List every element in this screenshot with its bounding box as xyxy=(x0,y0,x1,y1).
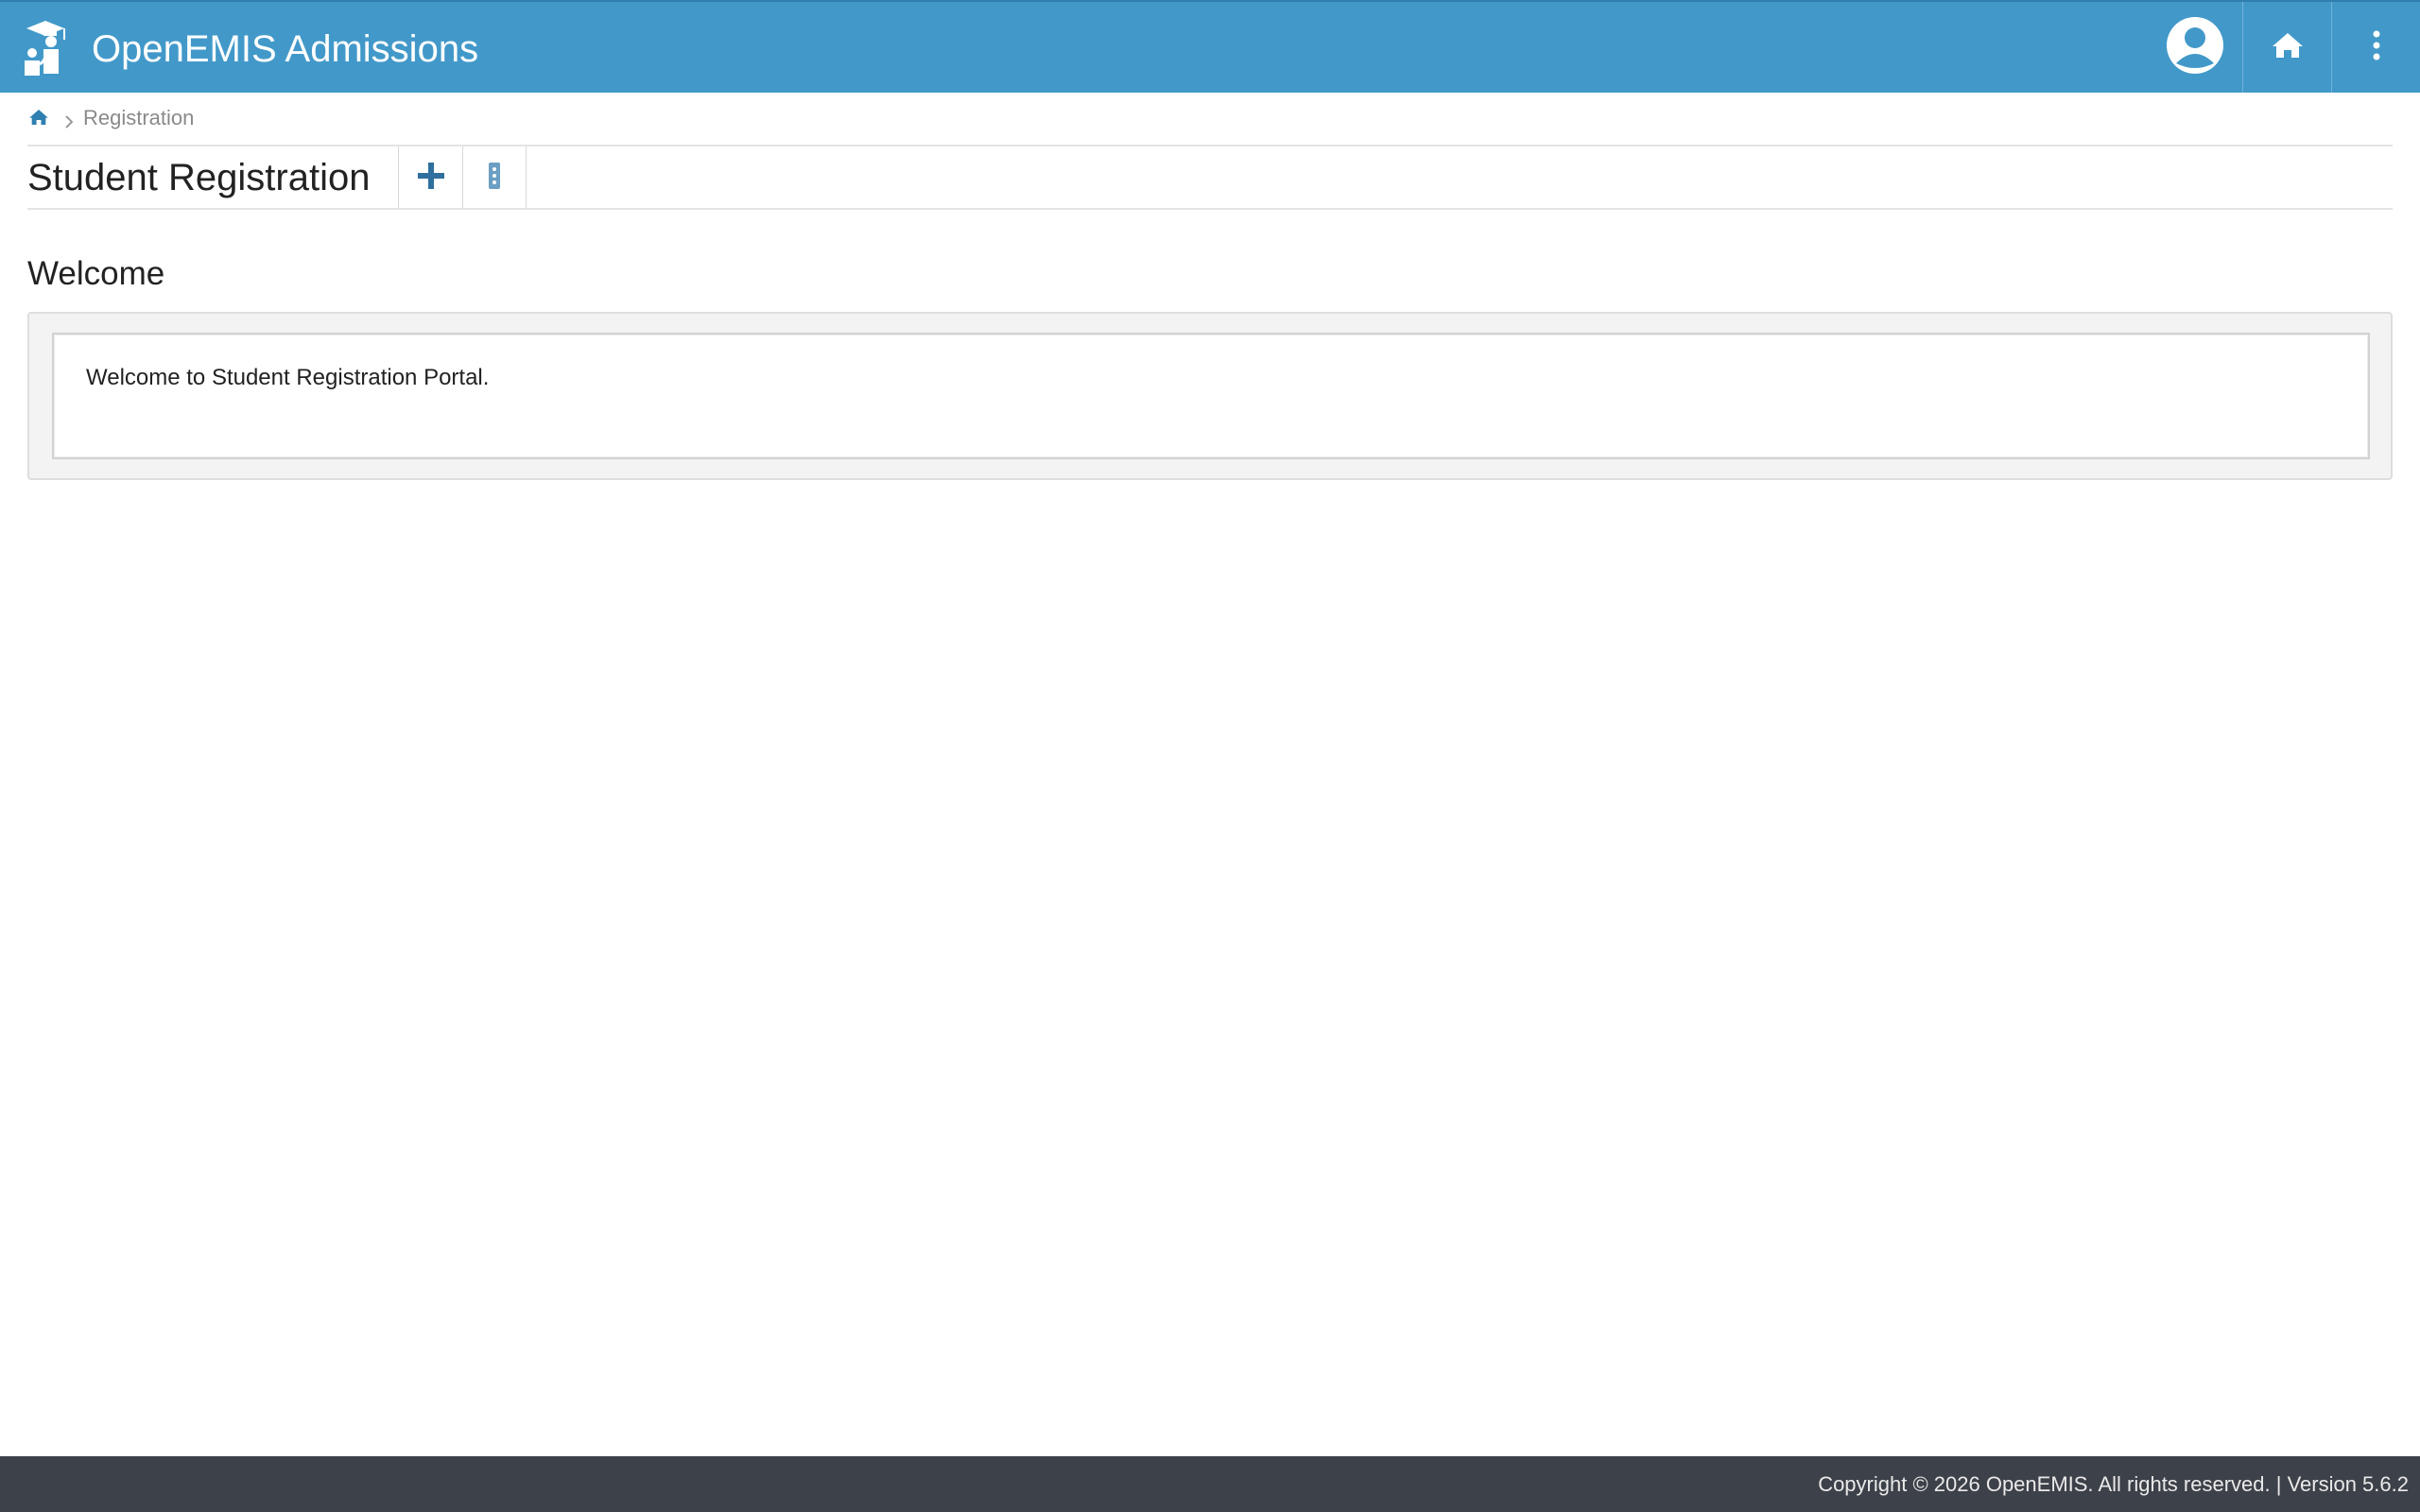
home-icon xyxy=(2271,31,2305,64)
user-avatar-icon xyxy=(2166,16,2224,79)
welcome-message-box: Welcome to Student Registration Portal. xyxy=(52,333,2370,459)
options-icon xyxy=(487,161,502,196)
breadcrumb: Registration xyxy=(28,102,194,134)
welcome-heading: Welcome xyxy=(27,255,165,292)
add-button[interactable] xyxy=(398,146,462,209)
home-button[interactable] xyxy=(2242,2,2331,93)
welcome-panel: Welcome to Student Registration Portal. xyxy=(27,312,2393,480)
breadcrumb-home-icon[interactable] xyxy=(28,108,53,129)
welcome-message: Welcome to Student Registration Portal. xyxy=(86,365,490,390)
options-button[interactable] xyxy=(462,146,527,209)
openemis-logo-icon[interactable] xyxy=(21,17,72,79)
breadcrumb-current[interactable]: Registration xyxy=(83,106,194,130)
plus-icon xyxy=(416,161,446,196)
page-title: Student Registration xyxy=(27,157,371,198)
divider xyxy=(27,208,2393,210)
chevron-right-icon xyxy=(64,111,74,129)
footer: Copyright © 2026 OpenEMIS. All rights re… xyxy=(0,1456,2420,1512)
app-header: OpenEMIS Admissions xyxy=(0,0,2420,93)
footer-copyright: Copyright © 2026 OpenEMIS. All rights re… xyxy=(1818,1472,2409,1496)
user-menu-button[interactable] xyxy=(2148,2,2242,93)
vertical-dots-icon xyxy=(2372,30,2381,65)
more-menu-button[interactable] xyxy=(2331,2,2420,93)
app-title[interactable]: OpenEMIS Admissions xyxy=(92,26,478,72)
page-title-bar: Student Registration xyxy=(27,146,2393,209)
